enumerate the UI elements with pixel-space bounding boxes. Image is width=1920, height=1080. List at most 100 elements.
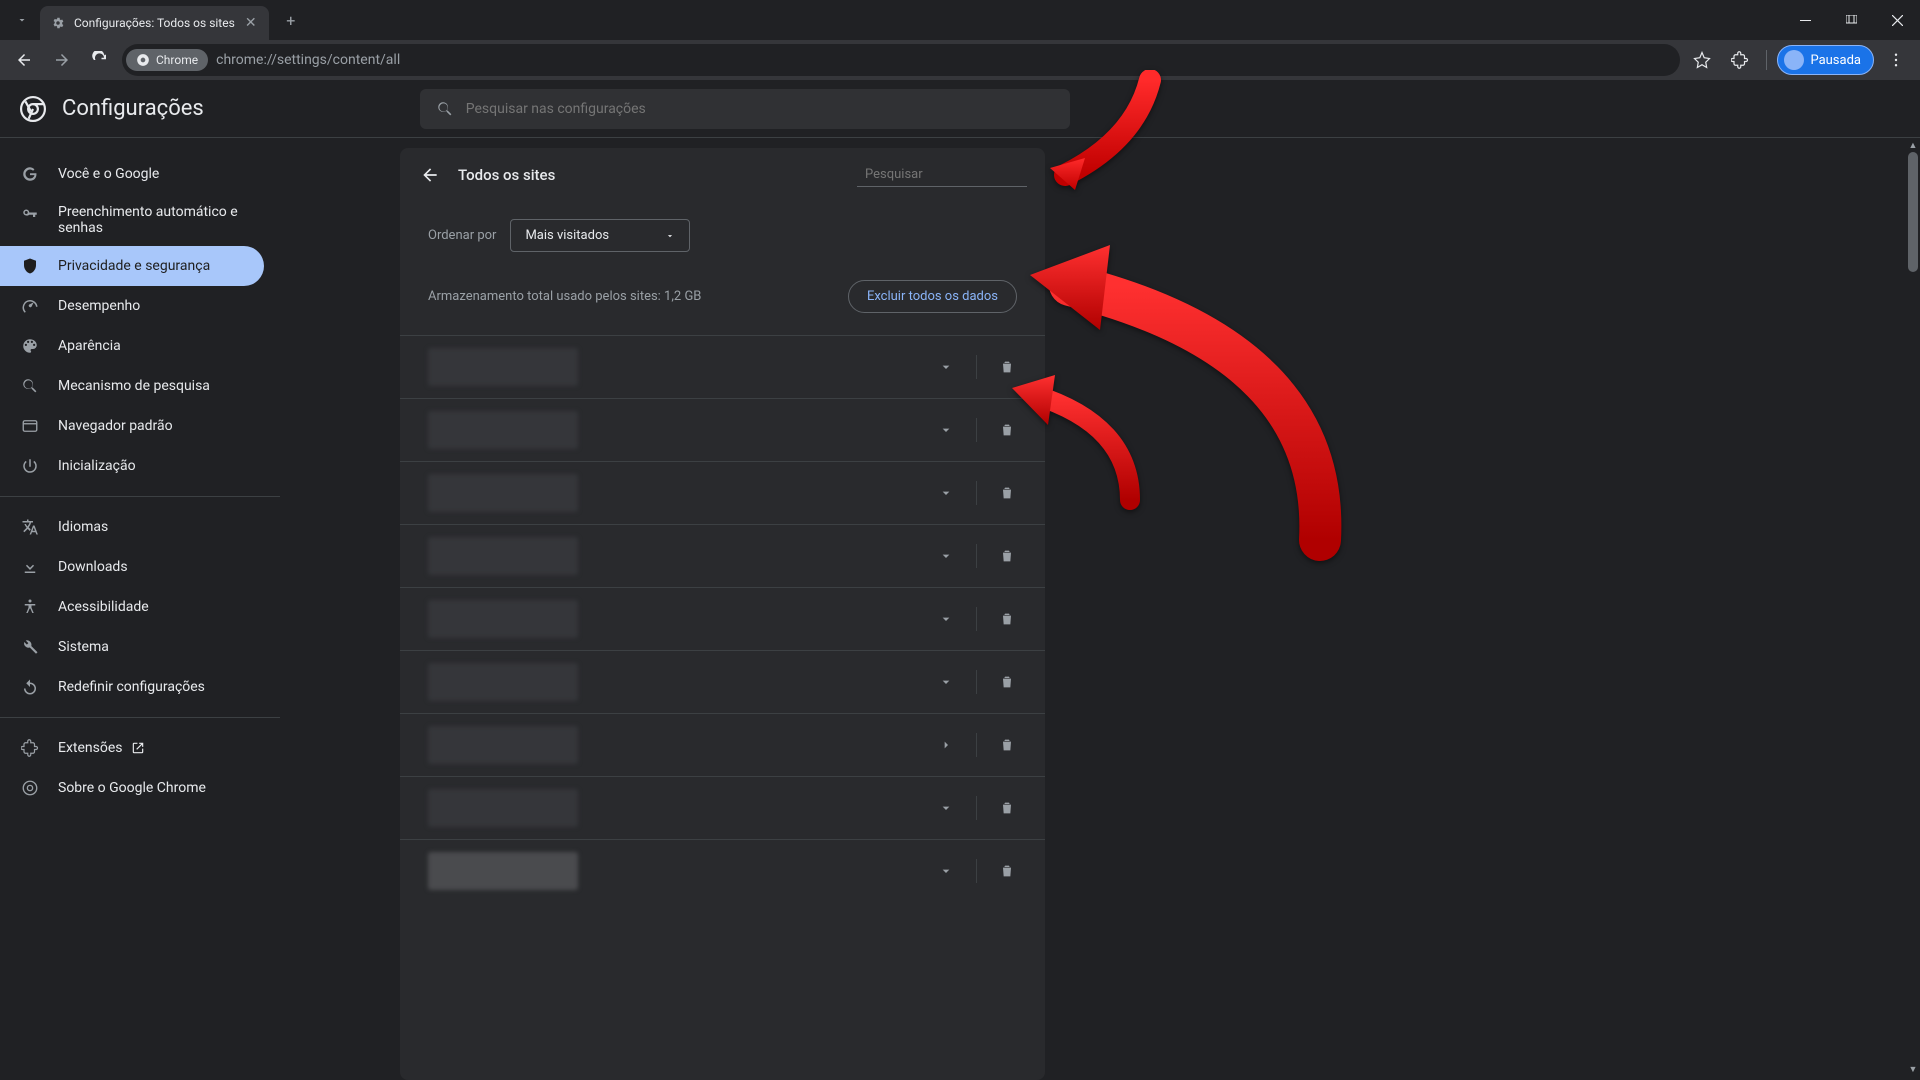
- sidebar-item-label: Inicialização: [58, 458, 136, 474]
- extensions-icon: [20, 738, 40, 758]
- expand-row-button[interactable]: [936, 611, 956, 627]
- delete-row-button[interactable]: [997, 611, 1017, 627]
- reload-button[interactable]: [84, 44, 116, 76]
- tab-close-button[interactable]: ✕: [243, 15, 259, 31]
- site-name-redacted: [428, 348, 578, 386]
- sidebar-item-accessibility[interactable]: Acessibilidade: [0, 587, 264, 627]
- site-name-redacted: [428, 537, 578, 575]
- delete-row-button[interactable]: [997, 359, 1017, 375]
- sidebar-item-languages[interactable]: Idiomas: [0, 507, 264, 547]
- sidebar-item-label: Sistema: [58, 639, 109, 655]
- sidebar-item-on-startup[interactable]: Inicialização: [0, 446, 264, 486]
- delete-row-button[interactable]: [997, 737, 1017, 753]
- scrollbar-up-arrow[interactable]: ▲: [1908, 140, 1918, 150]
- chrome-icon: [136, 53, 150, 67]
- expand-row-button[interactable]: [936, 548, 956, 564]
- sidebar-item-default-browser[interactable]: Navegador padrão: [0, 406, 264, 446]
- sites-search-input[interactable]: [865, 167, 1031, 182]
- expand-row-button[interactable]: [936, 359, 956, 375]
- site-row[interactable]: [400, 839, 1045, 902]
- sidebar-item-performance[interactable]: Desempenho: [0, 286, 264, 326]
- site-row[interactable]: [400, 335, 1045, 398]
- sidebar-item-reset[interactable]: Redefinir configurações: [0, 667, 264, 707]
- scrollbar-track[interactable]: [1906, 138, 1920, 1080]
- sidebar-item-about[interactable]: Sobre o Google Chrome: [0, 768, 264, 808]
- scrollbar-down-arrow[interactable]: ▼: [1908, 1064, 1918, 1074]
- sidebar-item-you-and-google[interactable]: Você e o Google: [0, 154, 264, 194]
- address-bar[interactable]: Chrome chrome://settings/content/all: [122, 44, 1680, 76]
- sidebar-item-label: Sobre o Google Chrome: [58, 780, 206, 796]
- delete-row-button[interactable]: [997, 485, 1017, 501]
- site-name-redacted: [428, 411, 578, 449]
- sites-search[interactable]: [857, 162, 1027, 187]
- gear-icon: [50, 15, 66, 31]
- expand-row-button[interactable]: [936, 674, 956, 690]
- tab-search-dropdown[interactable]: [4, 5, 40, 35]
- dropdown-arrow-icon: [665, 231, 675, 241]
- extensions-icon[interactable]: [1724, 44, 1756, 76]
- expand-row-button[interactable]: [936, 737, 956, 753]
- row-separator: [976, 859, 977, 883]
- maximize-button[interactable]: [1828, 0, 1874, 40]
- window-titlebar: Configurações: Todos os sites ✕ +: [0, 0, 1920, 40]
- delete-row-button[interactable]: [997, 863, 1017, 879]
- site-row[interactable]: [400, 587, 1045, 650]
- row-separator: [976, 670, 977, 694]
- external-link-icon: [131, 741, 145, 755]
- delete-all-button[interactable]: Excluir todos os dados: [848, 280, 1017, 313]
- expand-row-button[interactable]: [936, 422, 956, 438]
- close-window-button[interactable]: [1874, 0, 1920, 40]
- back-button[interactable]: [8, 44, 40, 76]
- settings-search-input[interactable]: [466, 101, 1054, 117]
- avatar: [1784, 50, 1804, 70]
- window-controls: [1782, 0, 1920, 40]
- sort-value: Mais visitados: [525, 228, 609, 243]
- minimize-button[interactable]: [1782, 0, 1828, 40]
- site-row[interactable]: [400, 776, 1045, 839]
- site-row[interactable]: [400, 650, 1045, 713]
- bookmark-star-icon[interactable]: [1686, 44, 1718, 76]
- expand-row-button[interactable]: [936, 485, 956, 501]
- profile-label: Pausada: [1810, 53, 1861, 68]
- main-area: Você e o Google Preenchimento automático…: [0, 138, 1920, 1080]
- delete-row-button[interactable]: [997, 422, 1017, 438]
- page-title: Todos os sites: [458, 166, 555, 184]
- sidebar-item-downloads[interactable]: Downloads: [0, 547, 264, 587]
- sidebar-item-search-engine[interactable]: Mecanismo de pesquisa: [0, 366, 264, 406]
- sidebar-item-appearance[interactable]: Aparência: [0, 326, 264, 366]
- site-row[interactable]: [400, 713, 1045, 776]
- row-separator: [976, 481, 977, 505]
- sidebar-item-label: Preenchimento automático e senhas: [58, 204, 238, 236]
- sidebar-item-label: Aparência: [58, 338, 121, 354]
- settings-title: Configurações: [62, 96, 204, 121]
- profile-button[interactable]: Pausada: [1777, 45, 1874, 75]
- site-row[interactable]: [400, 398, 1045, 461]
- scrollbar-thumb[interactable]: [1908, 152, 1918, 272]
- expand-row-button[interactable]: [936, 800, 956, 816]
- sidebar-item-label: Privacidade e segurança: [58, 258, 210, 274]
- menu-button[interactable]: [1880, 44, 1912, 76]
- expand-row-button[interactable]: [936, 863, 956, 879]
- forward-button[interactable]: [46, 44, 78, 76]
- delete-row-button[interactable]: [997, 674, 1017, 690]
- site-row[interactable]: [400, 524, 1045, 587]
- site-row[interactable]: [400, 461, 1045, 524]
- sidebar-item-autofill[interactable]: Preenchimento automático e senhas: [0, 194, 264, 246]
- sort-dropdown[interactable]: Mais visitados: [510, 219, 690, 252]
- browser-tab[interactable]: Configurações: Todos os sites ✕: [40, 6, 269, 40]
- sidebar-item-extensions[interactable]: Extensões: [0, 728, 264, 768]
- site-name-redacted: [428, 663, 578, 701]
- back-arrow-button[interactable]: [418, 163, 442, 187]
- row-separator: [976, 355, 977, 379]
- delete-row-button[interactable]: [997, 800, 1017, 816]
- delete-row-button[interactable]: [997, 548, 1017, 564]
- settings-search[interactable]: [420, 89, 1070, 129]
- sidebar-item-label: Extensões: [58, 740, 123, 756]
- tab-title: Configurações: Todos os sites: [74, 16, 235, 30]
- toolbar-separator: [1766, 50, 1767, 70]
- new-tab-button[interactable]: +: [277, 6, 305, 34]
- row-separator: [976, 733, 977, 757]
- sidebar-item-system[interactable]: Sistema: [0, 627, 264, 667]
- sidebar-divider: [0, 717, 280, 718]
- sidebar-item-privacy[interactable]: Privacidade e segurança: [0, 246, 264, 286]
